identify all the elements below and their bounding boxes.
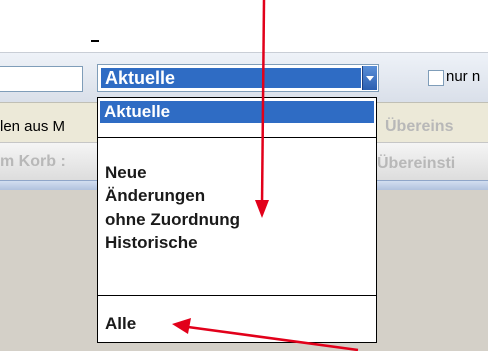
annotation-arrows bbox=[172, 0, 359, 351]
red-arrow-icon bbox=[255, 0, 269, 218]
red-arrow-icon bbox=[172, 318, 359, 351]
